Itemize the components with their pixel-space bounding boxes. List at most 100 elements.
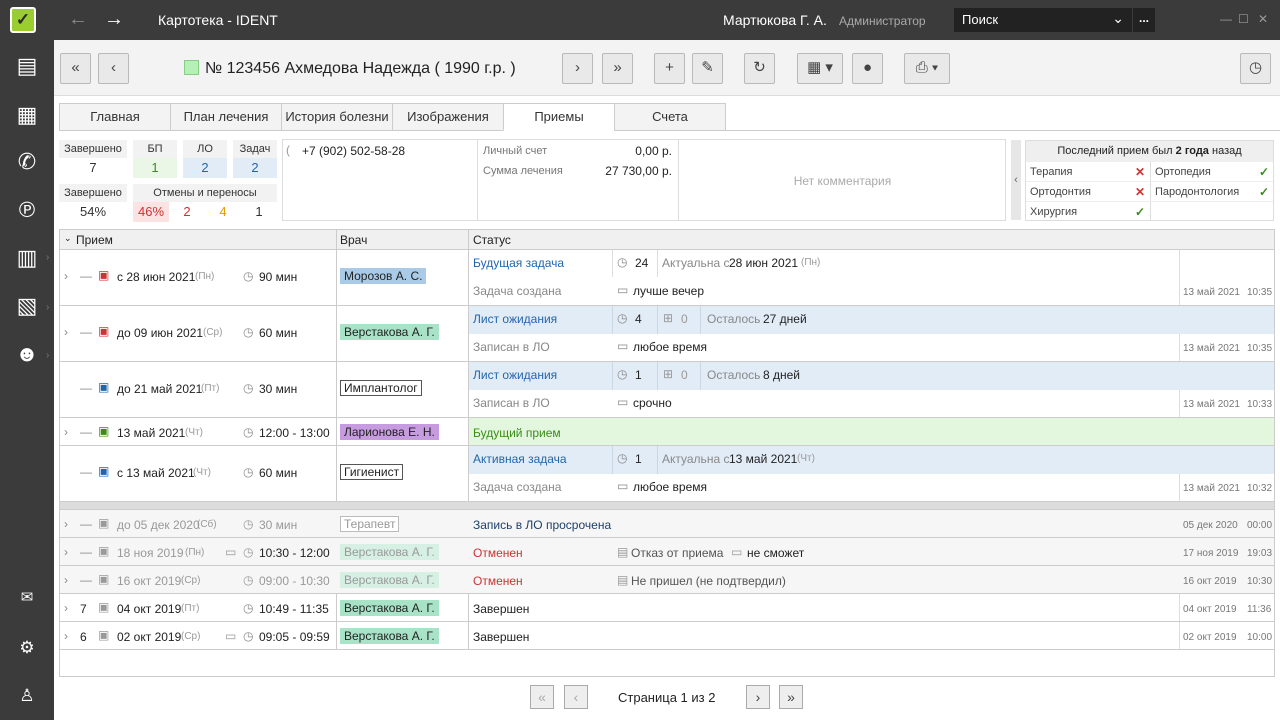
edit-button[interactable]: ✎ bbox=[692, 53, 723, 84]
calendar-waitlist-icon: ▣ bbox=[98, 324, 110, 338]
stat-done: Завершено 7 bbox=[59, 140, 127, 178]
phone-icon: ( bbox=[286, 143, 290, 157]
prev-record-button[interactable]: ‹ bbox=[98, 53, 129, 84]
history-button[interactable]: ◷ bbox=[1240, 53, 1271, 84]
expand-icon[interactable]: › bbox=[64, 517, 68, 531]
next-page-button[interactable]: › bbox=[746, 685, 770, 709]
phone-icon[interactable]: ✆ bbox=[9, 144, 45, 180]
app-logo[interactable]: ✓ bbox=[10, 7, 36, 33]
expand-icon[interactable]: › bbox=[64, 545, 68, 559]
comment-icon: ▭ bbox=[225, 629, 237, 643]
calculator-icon[interactable]: ▥ bbox=[9, 240, 45, 276]
calendar-waitlist-icon: ▣ bbox=[98, 516, 110, 530]
print-menu-button[interactable]: ⎙ ▾ bbox=[904, 53, 950, 84]
patient-card-icon[interactable]: ▤ bbox=[9, 48, 45, 84]
units-icon: ⊞ bbox=[663, 367, 674, 381]
title-bar: ✓ ← → Картотека - IDENT Мартюкова Г. А. … bbox=[0, 0, 1280, 40]
doctor-badge[interactable]: Гигиенист bbox=[340, 464, 404, 480]
users-icon[interactable]: ☻ bbox=[9, 336, 45, 372]
expand-icon[interactable]: › bbox=[64, 325, 68, 339]
calendar-menu-button[interactable]: ▦ ▾ bbox=[797, 53, 843, 84]
mail-icon[interactable]: ✉ bbox=[9, 580, 45, 616]
clock-icon: ◷ bbox=[243, 381, 254, 395]
user-role: Администратор bbox=[839, 14, 926, 28]
units-icon: ⊞ bbox=[663, 311, 674, 325]
page-indicator: Страница 1 из 2 bbox=[618, 690, 716, 705]
reason-icon: ▤ bbox=[617, 545, 629, 559]
expand-icon[interactable]: › bbox=[64, 269, 68, 283]
comment-area[interactable]: Нет комментария bbox=[678, 140, 1006, 220]
group-separator bbox=[60, 502, 1274, 510]
chevron-down-icon[interactable]: ⌄ bbox=[1112, 10, 1124, 27]
last-page-button[interactable]: » bbox=[779, 685, 803, 709]
add-button[interactable]: + bbox=[654, 53, 685, 84]
treatment-sum-value: 27 730,00 р. bbox=[605, 164, 672, 178]
doctor-badge[interactable]: Верстакова А. Г. bbox=[340, 628, 439, 644]
clock-icon: ◷ bbox=[243, 465, 254, 479]
status-label: Лист ожидания bbox=[473, 312, 558, 326]
collapse-panel-button[interactable]: ‹ bbox=[1011, 140, 1021, 220]
table-header: ⌄ Прием Врач Статус bbox=[60, 230, 1274, 250]
stat-tasks: Задач 2 bbox=[233, 140, 277, 178]
search-box[interactable]: Поиск ⌄ bbox=[954, 8, 1132, 32]
calendar-visit-icon: ▣ bbox=[98, 424, 110, 438]
coins-icon[interactable]: ℗ bbox=[9, 192, 45, 228]
expand-icon[interactable]: › bbox=[64, 629, 68, 643]
status-label: Завершен bbox=[473, 630, 530, 644]
doctor-badge[interactable]: Имплантолог bbox=[340, 380, 422, 396]
stat-lo: ЛО 2 bbox=[183, 140, 227, 178]
spec-surgery: Хирургия bbox=[1030, 206, 1078, 218]
forward-arrow-icon[interactable]: → bbox=[104, 9, 124, 29]
calendar-task-icon: ▣ bbox=[98, 464, 110, 478]
calendar-done-icon: ▣ bbox=[98, 600, 110, 614]
doctor-badge[interactable]: Морозов А. С. bbox=[340, 268, 427, 284]
expand-icon[interactable]: › bbox=[64, 425, 68, 439]
tab-visits[interactable]: Приемы bbox=[503, 103, 615, 131]
tab-main[interactable]: Главная bbox=[59, 103, 171, 131]
expand-icon[interactable]: › bbox=[64, 601, 68, 615]
profile-icon[interactable]: ♙ bbox=[9, 678, 45, 714]
prev-page-button[interactable]: ‹ bbox=[564, 685, 588, 709]
doctor-badge[interactable]: Верстакова А. Г. bbox=[340, 600, 439, 616]
comment-icon: ▭ bbox=[617, 479, 629, 493]
last-record-button[interactable]: » bbox=[602, 53, 633, 84]
maximize-icon[interactable]: ☐ bbox=[1238, 12, 1249, 26]
search-more-button[interactable]: ... bbox=[1133, 8, 1155, 32]
first-page-button[interactable]: « bbox=[530, 685, 554, 709]
tab-treatment-plan[interactable]: План лечения bbox=[170, 103, 282, 131]
tab-history[interactable]: История болезни bbox=[281, 103, 393, 131]
tab-invoices[interactable]: Счета bbox=[614, 103, 726, 131]
comment-icon: ▭ bbox=[225, 545, 237, 559]
tab-images[interactable]: Изображения bbox=[392, 103, 504, 131]
clock-icon: ◷ bbox=[243, 517, 254, 531]
expand-icon[interactable]: › bbox=[64, 573, 68, 587]
clock-icon: ◷ bbox=[617, 451, 628, 465]
status-label: Завершен bbox=[473, 602, 530, 616]
minimize-icon[interactable]: — bbox=[1220, 12, 1232, 26]
first-record-button[interactable]: « bbox=[60, 53, 91, 84]
clock-icon: ◷ bbox=[617, 255, 628, 269]
close-icon[interactable]: ✕ bbox=[1258, 12, 1268, 26]
back-arrow-icon[interactable]: ← bbox=[68, 9, 88, 29]
next-record-button[interactable]: › bbox=[562, 53, 593, 84]
reports-icon[interactable]: ▧ bbox=[9, 288, 45, 324]
gear-icon[interactable]: ⚙ bbox=[9, 630, 45, 666]
doctor-badge[interactable]: Верстакова А. Г. bbox=[340, 324, 439, 340]
reason-icon: ▤ bbox=[617, 573, 629, 587]
doctor-badge[interactable]: Верстакова А. Г. bbox=[340, 572, 439, 588]
collapse-all-icon[interactable]: ⌄ bbox=[64, 233, 72, 244]
patient-phone[interactable]: +7 (902) 502-58-28 bbox=[302, 144, 405, 158]
user-name[interactable]: Мартюкова Г. А. bbox=[723, 12, 827, 28]
refresh-button[interactable]: ↻ bbox=[744, 53, 775, 84]
search-input[interactable]: Поиск bbox=[962, 12, 998, 27]
clock-icon: ◷ bbox=[243, 325, 254, 339]
clock-icon: ◷ bbox=[243, 545, 254, 559]
clock-icon: ◷ bbox=[243, 601, 254, 615]
doctor-badge[interactable]: Ларионова Е. Н. bbox=[340, 424, 439, 440]
doctor-badge[interactable]: Терапевт bbox=[340, 516, 400, 532]
comment-button[interactable]: ● bbox=[852, 53, 883, 84]
clock-icon: ◷ bbox=[243, 269, 254, 283]
doctor-badge[interactable]: Верстакова А. Г. bbox=[340, 544, 439, 560]
clock-icon: ◷ bbox=[243, 425, 254, 439]
calendar-icon[interactable]: ▦ bbox=[9, 97, 45, 133]
